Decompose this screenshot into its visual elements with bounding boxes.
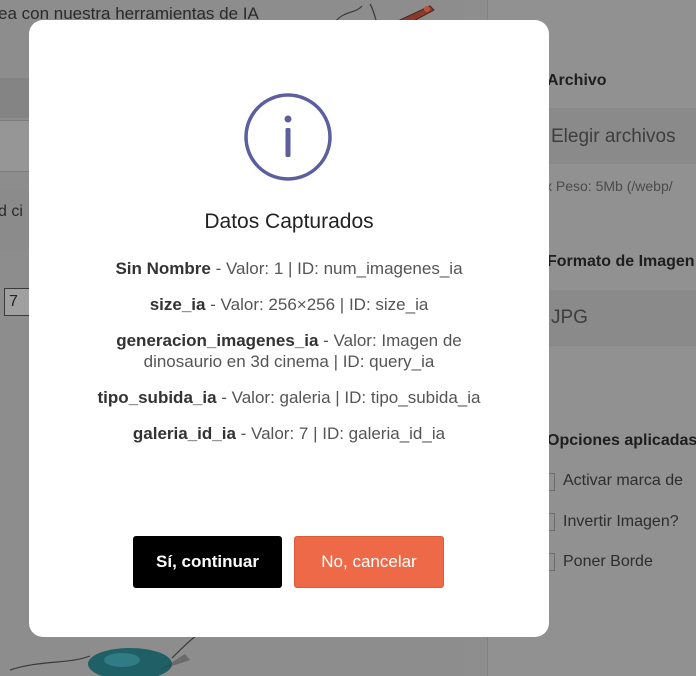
field-name: galeria_id_ia — [132, 424, 236, 443]
field-name: Sin Nombre — [115, 259, 211, 278]
field-name: tipo_subida_ia — [97, 388, 217, 407]
dialog-title: Datos Capturados — [204, 210, 374, 233]
field-name: generacion_imagenes_ia — [116, 331, 319, 350]
modal-overlay: Datos Capturados Sin Nombre - Valor: 1 |… — [0, 0, 696, 676]
info-icon — [244, 93, 332, 181]
confirmation-dialog: Datos Capturados Sin Nombre - Valor: 1 |… — [29, 20, 549, 637]
cancel-button[interactable]: No, cancelar — [294, 536, 444, 588]
captured-field: Sin Nombre - Valor: 1 | ID: num_imagenes… — [89, 258, 489, 279]
field-detail: - Valor: 1 | ID: num_imagenes_ia — [210, 259, 463, 278]
confirm-button[interactable]: Sí, continuar — [133, 536, 282, 588]
captured-fields-list: Sin Nombre - Valor: 1 | ID: num_imagenes… — [89, 258, 489, 459]
captured-field: size_ia - Valor: 256×256 | ID: size_ia — [89, 294, 489, 315]
field-name: size_ia — [149, 295, 206, 314]
field-detail: - Valor: 256×256 | ID: size_ia — [205, 295, 429, 314]
captured-field: tipo_subida_ia - Valor: galeria | ID: ti… — [89, 387, 489, 408]
field-detail: - Valor: galeria | ID: tipo_subida_ia — [216, 388, 481, 407]
captured-field: generacion_imagenes_ia - Valor: Imagen d… — [89, 330, 489, 372]
captured-field: galeria_id_ia - Valor: 7 | ID: galeria_i… — [89, 423, 489, 444]
field-detail: - Valor: 7 | ID: galeria_id_ia — [235, 424, 446, 443]
